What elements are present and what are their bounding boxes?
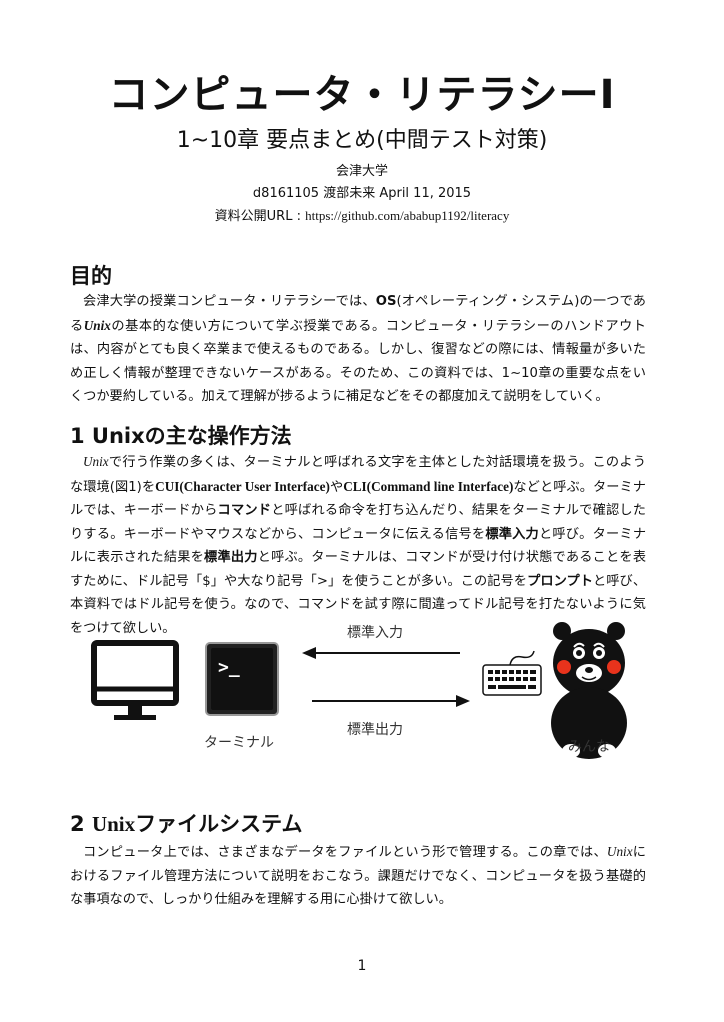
terminal-icon: >_ [205, 642, 279, 716]
url-label: 資料公開URL : [214, 209, 306, 224]
document-page: コンピュータ・リテラシーI 1~10章 要点まとめ(中間テスト対策) 会津大学 … [0, 0, 724, 1022]
purpose-heading: 目的 [70, 264, 112, 288]
page-number: 1 [357, 958, 367, 974]
repository-link[interactable]: https://github.com/ababup1192/literacy [305, 208, 509, 223]
purpose-paragraph: 会津大学の授業コンピュータ・リテラシーでは、OS(オペレーティング・システム)の… [70, 294, 646, 404]
section-1-paragraph: Unixで行う作業の多くは、ターミナルと呼ばれる文字を主体とした対話環境を扱う。… [70, 454, 647, 636]
monitor-icon [91, 640, 179, 720]
university-name: 会津大学 [335, 164, 388, 179]
section-2-heading: 2 Unixファイルシステム [70, 812, 303, 836]
terminal-label: ターミナル [204, 735, 274, 751]
author-line: d8161105 渡部未来 April 11, 2015 [252, 186, 472, 201]
output-arrow [312, 695, 470, 707]
input-arrow [302, 647, 460, 659]
section-1-heading: 1 Unixの主な操作方法 [70, 424, 292, 448]
section-2-paragraph: コンピュータ上では、さまざまなデータをファイルという形で管理する。この章では、U… [70, 844, 646, 907]
keyboard-icon [482, 650, 542, 696]
document-title: コンピュータ・リテラシーI [108, 72, 616, 118]
url-line: 資料公開URL : https://github.com/ababup1192/… [0, 205, 724, 224]
standard-output-label: 標準出力 [347, 722, 403, 738]
standard-input-label: 標準入力 [347, 625, 403, 641]
document-subtitle: 1~10章 要点まとめ(中間テスト対策) [176, 128, 548, 153]
terminal-prompt-glyph: >_ [218, 657, 240, 678]
everyone-label: みんな [568, 739, 610, 755]
figure-1: >_ 標準入力 標準出力 ターミナル みんな [80, 615, 640, 765]
